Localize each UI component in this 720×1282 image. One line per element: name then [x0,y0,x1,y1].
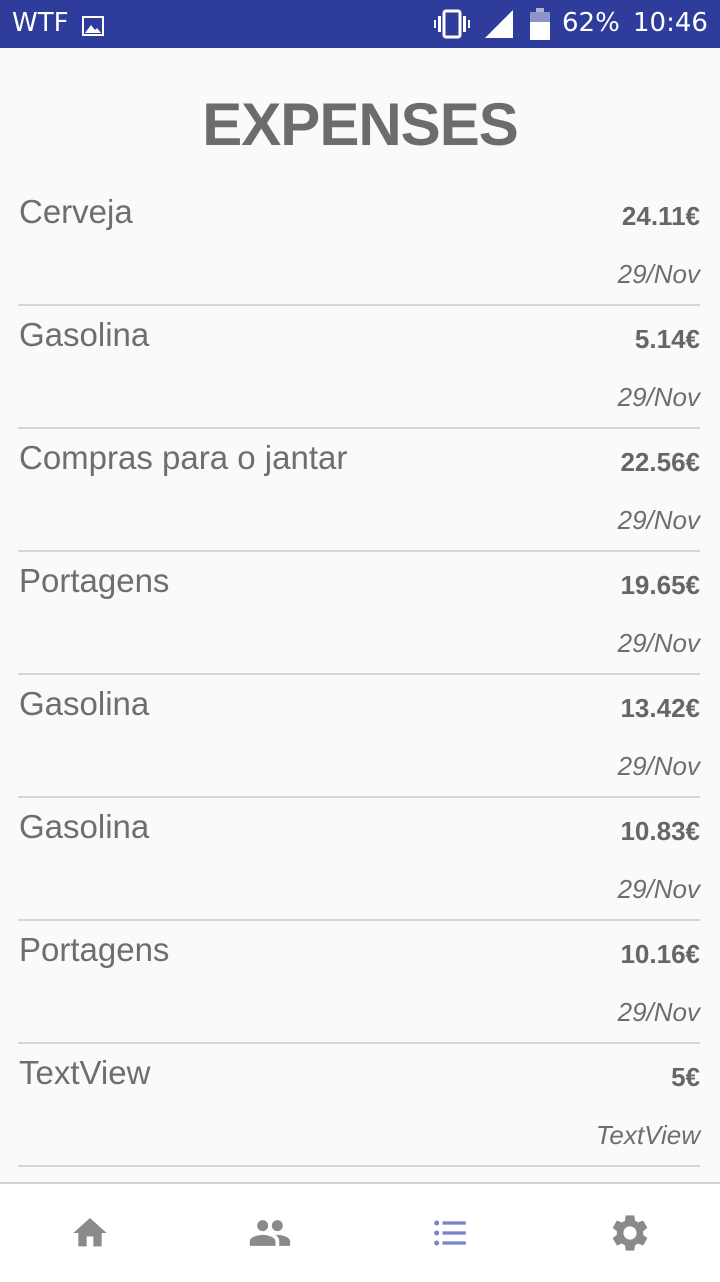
nav-settings-button[interactable] [540,1184,720,1282]
expense-date: TextView [595,1120,700,1150]
expense-date: 29/Nov [617,997,700,1027]
expense-date: 29/Nov [617,874,700,904]
status-bar: WTF 62% 10:46 [0,0,720,48]
expense-amount: 10.16€ [620,939,700,969]
expense-list: Cerveja 24.11€ 29/Nov Gasolina 5.14€ 29/… [18,183,700,1167]
image-notification-icon [82,13,104,43]
expense-name: Gasolina [19,316,150,353]
carrier-label: WTF [12,8,69,38]
vibrate-icon [434,9,470,46]
expense-amount: 10.83€ [620,816,700,846]
people-icon [249,1220,291,1246]
clock: 10:46 [633,8,708,38]
expense-amount: 22.56€ [620,447,700,477]
bottom-navigation [0,1182,720,1282]
expense-amount: 5€ [671,1062,700,1092]
page-title: EXPENSES [202,91,518,158]
gear-icon [612,1215,648,1251]
expense-amount: 19.65€ [620,570,700,600]
expense-row[interactable]: TextView 5€ TextView [18,1044,700,1167]
expense-date: 29/Nov [617,628,700,658]
home-icon [73,1218,107,1247]
list-icon [434,1220,466,1246]
expense-name: Cerveja [19,193,133,230]
expense-row[interactable]: Gasolina 13.42€ 29/Nov [18,675,700,798]
expense-row[interactable]: Gasolina 10.83€ 29/Nov [18,798,700,921]
expense-row[interactable]: Gasolina 5.14€ 29/Nov [18,306,700,429]
expense-date: 29/Nov [617,505,700,535]
battery-percentage: 62% [562,8,620,38]
signal-icon [484,9,514,46]
expense-amount: 24.11€ [621,201,700,231]
expense-row[interactable]: Cerveja 24.11€ 29/Nov [18,183,700,306]
expense-name: Portagens [19,562,170,599]
nav-expenses-list-button[interactable] [360,1184,540,1282]
expense-name: Gasolina [19,685,150,722]
expense-date: 29/Nov [617,259,700,289]
expense-name: Portagens [19,931,170,968]
expense-name: Gasolina [19,808,150,845]
expense-row[interactable]: Portagens 19.65€ 29/Nov [18,552,700,675]
nav-home-button[interactable] [0,1184,180,1282]
expense-amount: 13.42€ [620,693,700,723]
expense-date: 29/Nov [617,751,700,781]
nav-people-button[interactable] [180,1184,360,1282]
expense-amount: 5.14€ [634,324,700,354]
expense-name: Compras para o jantar [19,439,348,476]
expense-row[interactable]: Compras para o jantar 22.56€ 29/Nov [18,429,700,552]
battery-icon [530,8,550,47]
expense-date: 29/Nov [617,382,700,412]
expense-row[interactable]: Portagens 10.16€ 29/Nov [18,921,700,1044]
expense-name: TextView [19,1054,151,1091]
